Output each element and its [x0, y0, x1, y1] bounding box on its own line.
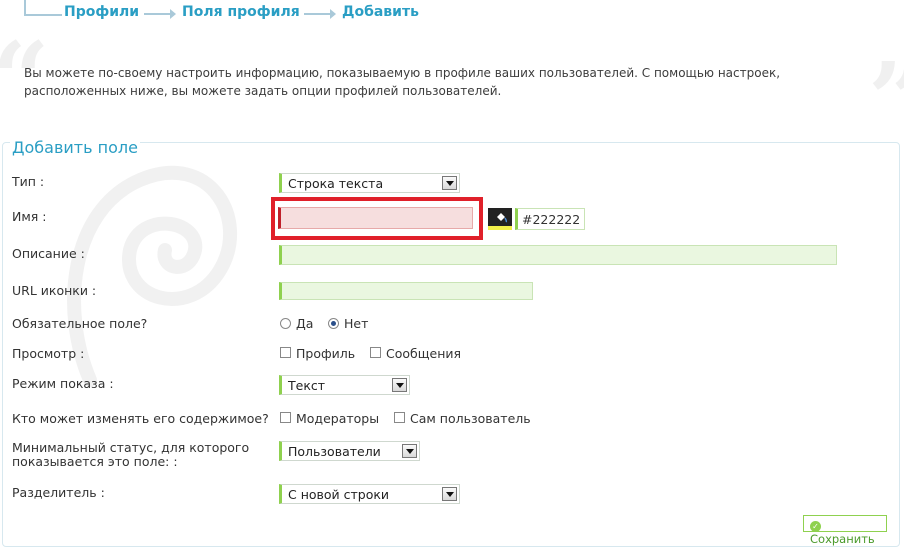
- view-messages-checkbox[interactable]: [370, 347, 381, 358]
- view-label: Просмотр :: [12, 346, 85, 361]
- view-profile-label: Профиль: [296, 346, 356, 361]
- min-status-label: Минимальный статус, для которого показыв…: [12, 441, 249, 469]
- color-swatch: [488, 226, 512, 230]
- editors-label: Кто может изменять его содержимое?: [12, 411, 269, 426]
- chevron-down-icon: [442, 487, 457, 501]
- icon-url-input[interactable]: [279, 282, 533, 300]
- required-label: Обязательное поле?: [12, 316, 148, 331]
- display-mode-label: Режим показа :: [12, 376, 114, 391]
- type-select-value: Строка текста: [288, 176, 384, 191]
- required-no-radio[interactable]: [328, 318, 339, 329]
- display-mode-select-value: Текст: [288, 378, 326, 393]
- required-no-label: Нет: [344, 316, 369, 331]
- required-yes-radio[interactable]: [280, 318, 291, 329]
- min-status-select[interactable]: Пользователи: [279, 441, 420, 461]
- swirl-decoration: [67, 166, 237, 387]
- breadcrumb-add-link[interactable]: Добавить: [342, 4, 419, 20]
- panel-title: Добавить поле: [10, 138, 140, 157]
- save-button-label: Сохранить: [810, 532, 875, 546]
- save-button[interactable]: ✓Сохранить: [803, 515, 887, 546]
- paint-bucket-icon: [497, 213, 507, 223]
- editors-moderators-checkbox[interactable]: [280, 412, 291, 423]
- separator-select-value: С новой строки: [288, 487, 390, 502]
- chevron-down-icon: [392, 378, 407, 392]
- view-profile-checkbox[interactable]: [280, 347, 291, 358]
- required-yes-label: Да: [296, 316, 314, 331]
- icon-url-label: URL иконки :: [12, 283, 97, 298]
- name-input-highlight: [271, 197, 483, 240]
- display-mode-select[interactable]: Текст: [279, 375, 410, 395]
- name-label: Имя :: [12, 209, 47, 224]
- type-select[interactable]: Строка текста: [279, 173, 460, 193]
- breadcrumb-profiles-link[interactable]: Профили: [64, 4, 139, 20]
- breadcrumb-connector: [24, 0, 62, 16]
- description-input[interactable]: [279, 245, 837, 265]
- breadcrumb-arrow-icon: [144, 9, 176, 19]
- checkmark-icon: ✓: [810, 521, 821, 532]
- separator-label: Разделитель :: [12, 485, 105, 500]
- intro-text: Вы можете по-своему настроить информацию…: [24, 66, 781, 98]
- color-value-field[interactable]: #222222: [515, 208, 585, 230]
- separator-select[interactable]: С новой строки: [279, 484, 460, 504]
- min-status-label-line2: показывается это поле: :: [12, 454, 178, 469]
- description-label: Описание :: [12, 246, 85, 261]
- min-status-label-line1: Минимальный статус, для которого: [12, 440, 250, 455]
- breadcrumb: Профили Поля профиля Добавить: [24, 0, 504, 28]
- type-label: Тип :: [12, 174, 45, 189]
- editors-self-checkbox[interactable]: [394, 412, 405, 423]
- breadcrumb-profile-fields-link[interactable]: Поля профиля: [182, 4, 300, 20]
- chevron-down-icon: [402, 444, 417, 458]
- editors-self-label: Сам пользователь: [410, 411, 531, 426]
- view-messages-label: Сообщения: [386, 346, 462, 361]
- editors-moderators-label: Модераторы: [296, 411, 380, 426]
- chevron-down-icon: [442, 176, 457, 190]
- breadcrumb-arrow-icon: [304, 9, 336, 19]
- min-status-select-value: Пользователи: [288, 444, 381, 459]
- color-picker-button[interactable]: [488, 208, 512, 230]
